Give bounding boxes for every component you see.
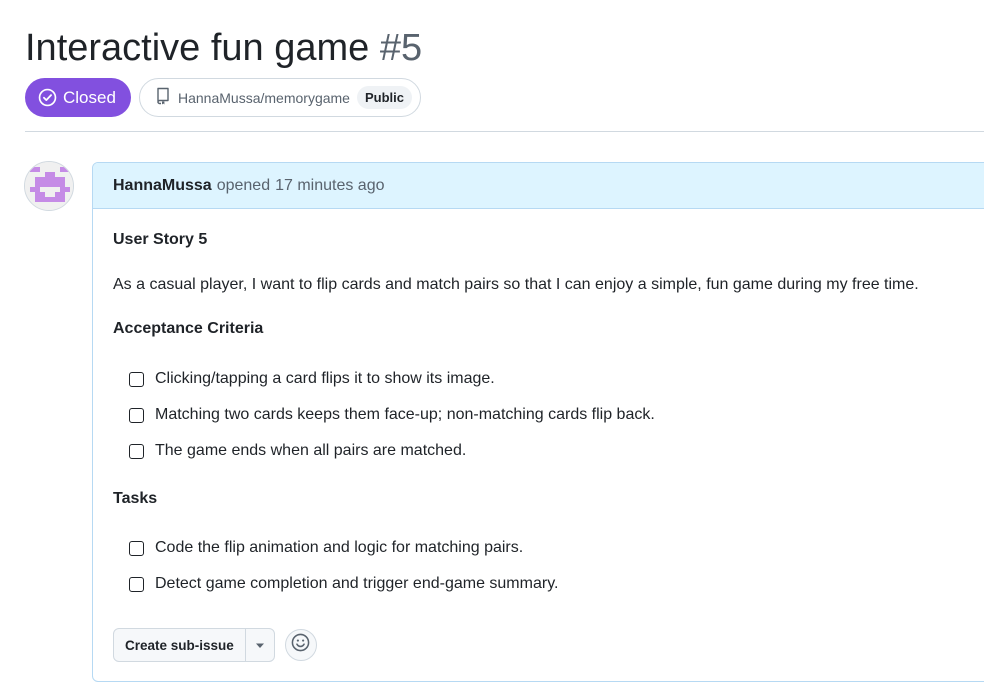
repo-name: HannaMussa/memorygame <box>178 89 350 106</box>
task-text: Clicking/tapping a card flips it to show… <box>155 370 495 387</box>
task-checkbox[interactable] <box>129 371 144 387</box>
header-divider <box>25 131 984 132</box>
list-item: Code the flip animation and logic for ma… <box>129 530 558 566</box>
issue-title-text: Interactive fun game <box>25 27 370 69</box>
create-sub-issue-split-button: Create sub-issue <box>113 628 275 662</box>
sub-issue-dropdown-button[interactable] <box>246 629 274 661</box>
comment-action: opened <box>216 176 271 194</box>
task-checkbox[interactable] <box>129 407 144 423</box>
avatar[interactable] <box>24 161 74 211</box>
task-checkbox[interactable] <box>129 576 144 592</box>
acceptance-list: Clicking/tapping a card flips it to show… <box>129 361 655 469</box>
comment-author[interactable]: HannaMussa <box>113 177 212 195</box>
list-item: Matching two cards keeps them face-up; n… <box>129 397 655 433</box>
comment-actions: Create sub-issue <box>113 628 317 662</box>
story-heading: User Story 5 <box>113 231 208 248</box>
list-item: Detect game completion and trigger end-g… <box>129 566 558 602</box>
visibility-badge: Public <box>356 86 412 109</box>
issue-number: #5 <box>379 27 423 69</box>
smiley-icon <box>291 633 310 657</box>
status-label: Closed <box>63 87 116 107</box>
issue-comment: HannaMussa opened 17 minutes ago User St… <box>92 162 984 682</box>
create-sub-issue-button[interactable]: Create sub-issue <box>114 629 246 661</box>
comment-header: HannaMussa opened 17 minutes ago <box>93 163 984 209</box>
task-checkbox[interactable] <box>129 443 144 459</box>
issue-title: Interactive fun game #5 <box>25 26 422 70</box>
task-text: Detect game completion and trigger end-g… <box>155 575 559 592</box>
story-text: As a casual player, I want to flip cards… <box>113 276 919 293</box>
task-checkbox[interactable] <box>129 540 144 556</box>
repo-link[interactable]: HannaMussa/memorygame Public <box>139 78 421 117</box>
task-text: Matching two cards keeps them face-up; n… <box>155 406 655 423</box>
tasks-list: Code the flip animation and logic for ma… <box>129 530 558 602</box>
triangle-down-icon <box>255 636 265 654</box>
acceptance-heading: Acceptance Criteria <box>113 320 264 337</box>
check-circle-icon <box>38 88 57 107</box>
task-text: The game ends when all pairs are matched… <box>155 442 467 459</box>
list-item: The game ends when all pairs are matched… <box>129 433 655 469</box>
tasks-heading: Tasks <box>113 490 158 507</box>
comment-time[interactable]: 17 minutes ago <box>275 177 384 195</box>
add-reaction-button[interactable] <box>284 629 317 661</box>
repo-icon <box>155 87 171 108</box>
list-item: Clicking/tapping a card flips it to show… <box>129 361 655 397</box>
status-badge: Closed <box>25 78 131 117</box>
task-text: Code the flip animation and logic for ma… <box>155 539 524 556</box>
